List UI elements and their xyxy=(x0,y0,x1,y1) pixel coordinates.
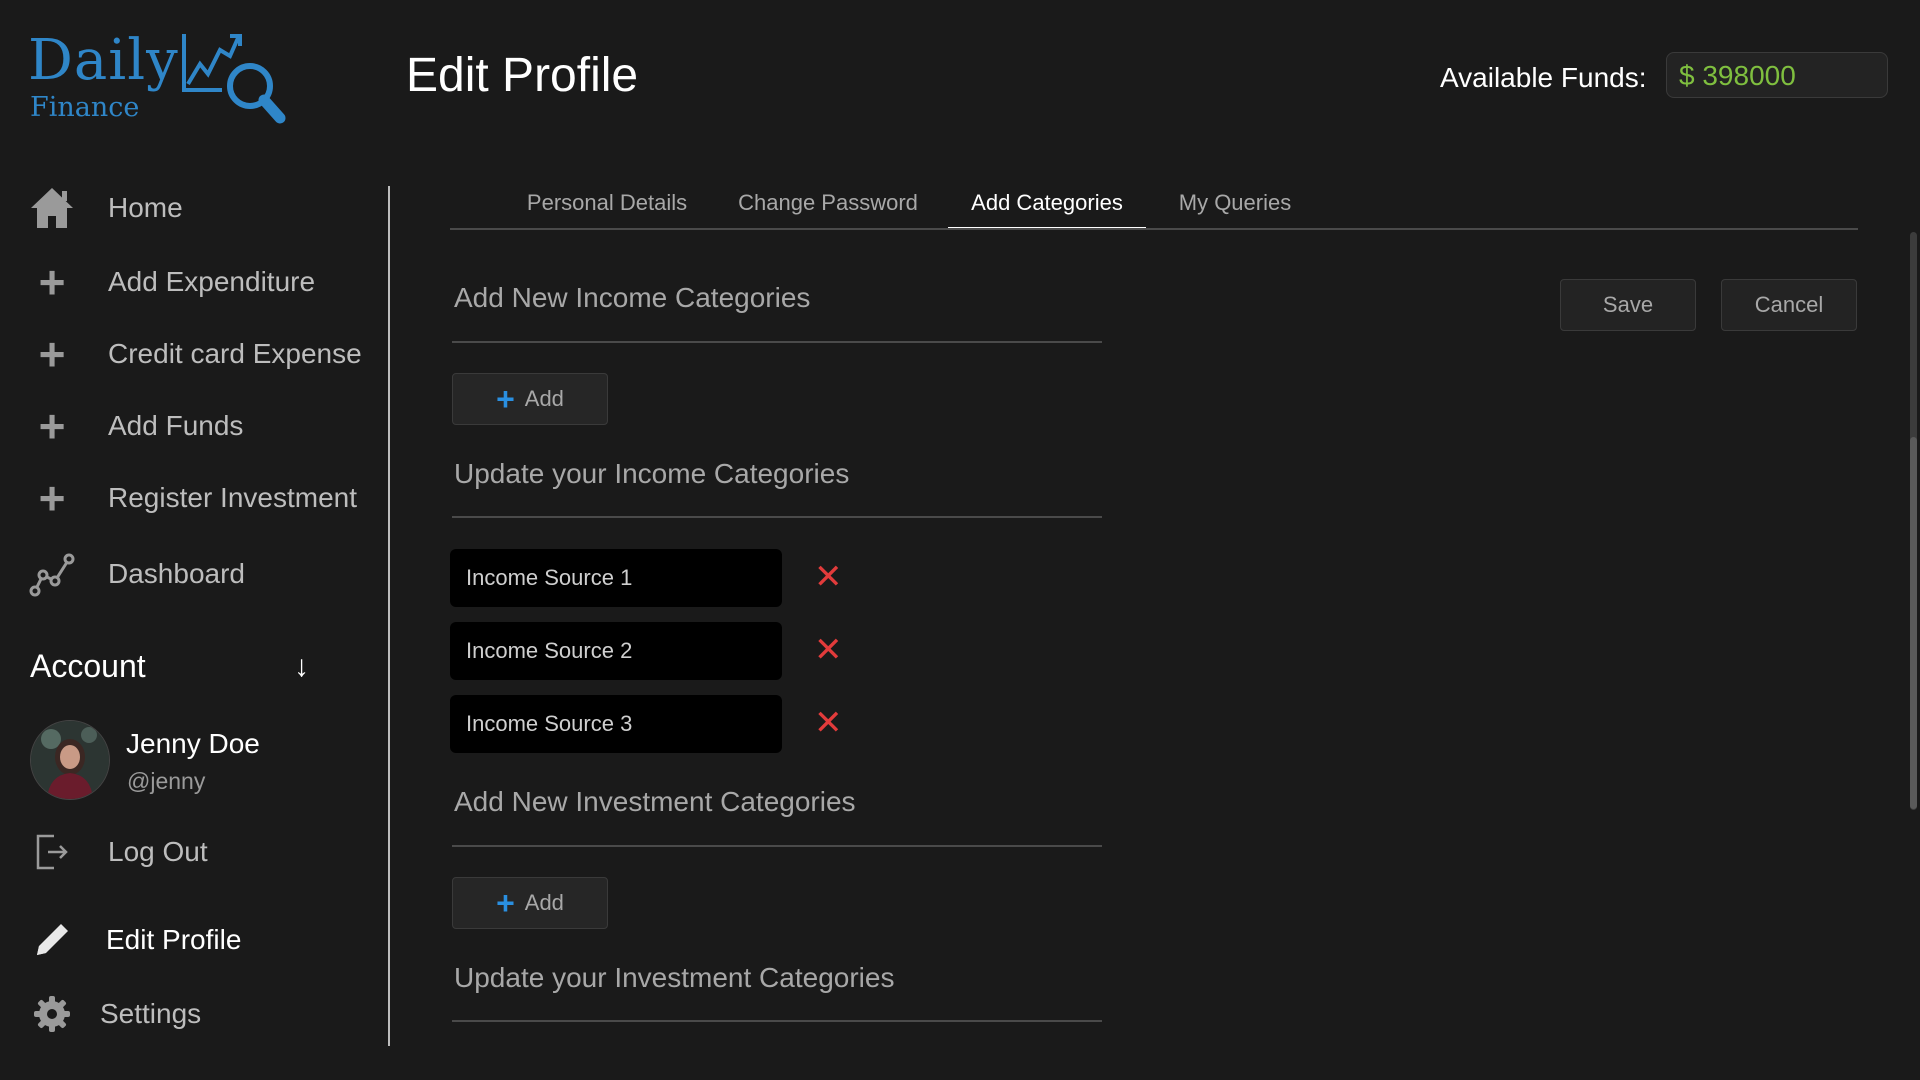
sidebar-item-label: Settings xyxy=(100,998,202,1029)
section-divider xyxy=(452,845,1102,847)
sidebar-item-log-out[interactable]: Log Out xyxy=(28,826,378,878)
add-button-label: Add xyxy=(524,890,564,915)
available-funds-label: Available Funds: xyxy=(1440,62,1647,93)
app-logo[interactable]: Daily Finance xyxy=(28,22,286,132)
income-category-input[interactable] xyxy=(450,622,782,680)
sidebar-item-label: Edit Profile xyxy=(106,924,242,955)
save-button[interactable]: Save xyxy=(1560,279,1696,331)
available-funds-value: $ 398000 xyxy=(1666,52,1888,98)
tab-my-queries[interactable]: My Queries xyxy=(1170,186,1300,230)
pencil-icon xyxy=(28,916,76,964)
sidebar-item-edit-profile[interactable]: Edit Profile xyxy=(28,914,378,966)
graph-icon xyxy=(28,550,76,598)
add-income-category-button[interactable]: + Add xyxy=(452,373,608,425)
plus-icon: + xyxy=(38,400,66,452)
sidebar-item-add-expenditure[interactable]: + Add Expenditure xyxy=(28,256,378,308)
plus-icon: + xyxy=(38,256,66,308)
remove-icon[interactable]: ✕ xyxy=(814,633,843,667)
sidebar-item-register-investment[interactable]: + Register Investment xyxy=(28,472,378,524)
sidebar-item-label: Home xyxy=(108,192,183,223)
gear-icon xyxy=(28,990,76,1038)
logo-daily-text: Daily xyxy=(28,28,179,93)
plus-icon: + xyxy=(38,328,66,380)
add-investment-categories-title: Add New Investment Categories xyxy=(454,786,856,817)
remove-icon[interactable]: ✕ xyxy=(814,560,843,594)
income-category-input[interactable] xyxy=(450,549,782,607)
sidebar-item-label: Register Investment xyxy=(108,482,357,513)
plus-icon: + xyxy=(496,381,515,417)
sidebar-item-label: Add Expenditure xyxy=(108,266,316,297)
add-income-categories-title: Add New Income Categories xyxy=(454,282,811,313)
avatar xyxy=(30,720,110,800)
update-investment-categories-title: Update your Investment Categories xyxy=(454,962,895,993)
sidebar-item-settings[interactable]: Settings xyxy=(28,988,378,1040)
update-income-categories-title: Update your Income Categories xyxy=(454,458,850,489)
remove-icon[interactable]: ✕ xyxy=(814,706,843,740)
tab-personal-details[interactable]: Personal Details xyxy=(516,186,698,230)
section-divider xyxy=(452,516,1102,518)
sidebar-item-credit-card-expense[interactable]: + Credit card Expense xyxy=(28,328,378,380)
sidebar-item-dashboard[interactable]: Dashboard xyxy=(28,548,378,600)
add-investment-category-button[interactable]: + Add xyxy=(452,877,608,929)
plus-icon: + xyxy=(496,885,515,921)
page-title: Edit Profile xyxy=(406,49,639,102)
account-heading: Account xyxy=(30,648,146,684)
tabs-divider xyxy=(450,228,1858,230)
income-category-input[interactable] xyxy=(450,695,782,753)
arrow-down-icon[interactable]: ↓ xyxy=(294,650,309,684)
tab-change-password[interactable]: Change Password xyxy=(728,186,928,230)
logo-finance-text: Finance xyxy=(30,92,140,123)
user-name: Jenny Doe xyxy=(126,728,260,759)
scrollbar-thumb-active[interactable] xyxy=(1910,437,1917,809)
sidebar-divider xyxy=(388,186,390,1046)
sidebar-item-add-funds[interactable]: + Add Funds xyxy=(28,400,378,452)
home-icon xyxy=(28,184,76,232)
tab-add-categories[interactable]: Add Categories xyxy=(948,186,1146,230)
add-button-label: Add xyxy=(524,386,564,411)
section-divider xyxy=(452,341,1102,343)
user-handle: @jenny xyxy=(127,768,206,794)
sidebar-item-label: Credit card Expense xyxy=(108,338,362,369)
section-divider xyxy=(452,1020,1102,1022)
magnifier-chart-icon xyxy=(182,34,286,124)
sidebar-item-home[interactable]: Home xyxy=(28,182,378,234)
sidebar-item-label: Dashboard xyxy=(108,558,245,589)
cancel-button[interactable]: Cancel xyxy=(1721,279,1857,331)
plus-icon: + xyxy=(38,472,66,524)
sidebar-item-label: Add Funds xyxy=(108,410,244,441)
logout-icon xyxy=(28,828,76,876)
sidebar-item-label: Log Out xyxy=(108,836,208,867)
